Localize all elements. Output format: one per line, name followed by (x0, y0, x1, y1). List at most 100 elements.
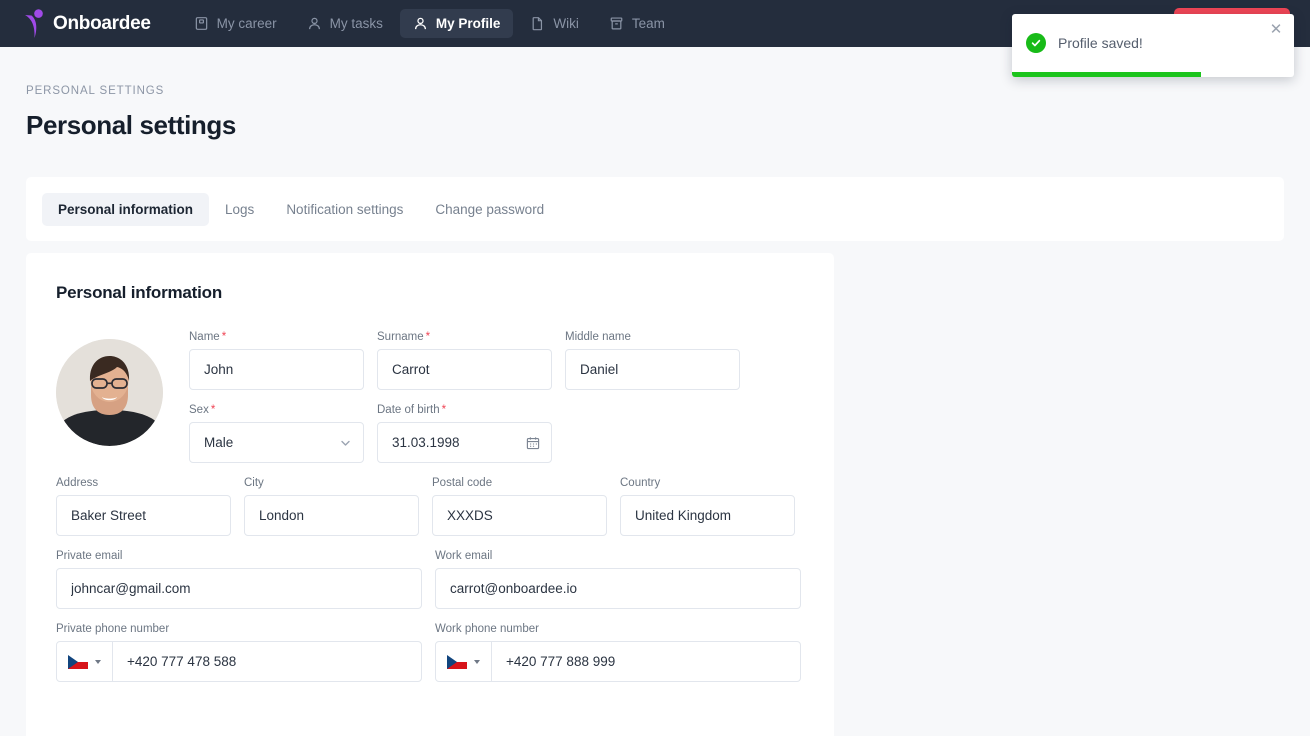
book-icon (194, 16, 209, 31)
name-row: Name* Surname* Middle name (189, 331, 804, 390)
person-icon (307, 16, 322, 31)
label-text: Middle name (565, 331, 631, 343)
nav-item-my-career[interactable]: My career (181, 9, 290, 38)
field-postal-code: Postal code (432, 477, 607, 536)
page-title: Personal settings (26, 110, 236, 140)
field-address: Address (56, 477, 231, 536)
nav-label: My Profile (435, 16, 501, 31)
required-asterisk: * (221, 331, 227, 343)
caret-down-icon (474, 659, 480, 664)
avatar-and-identity-row: Name* Surname* Middle name (56, 331, 804, 463)
nav-items: My career My tasks My Profile Wiki Team (181, 9, 678, 38)
work-phone-group (435, 641, 801, 682)
field-date-of-birth: Date of birth * (377, 404, 552, 463)
field-country: Country (620, 477, 795, 536)
field-middle-name: Middle name (565, 331, 740, 390)
section-title: Personal information (56, 283, 223, 302)
tab-logs[interactable]: Logs (209, 193, 270, 226)
email-row: Private email Work email (56, 550, 804, 609)
private-phone-group (56, 641, 422, 682)
brand-name: Onboardee (53, 12, 151, 34)
czech-republic-flag-icon (447, 654, 467, 669)
tab-change-password[interactable]: Change password (419, 193, 560, 226)
sex-select[interactable] (189, 422, 364, 463)
toast-notification: Profile saved! ✕ (1012, 14, 1294, 77)
work-email-input[interactable] (435, 568, 801, 609)
field-private-phone: Private phone number (56, 623, 422, 682)
private-phone-input[interactable] (113, 642, 421, 681)
avatar[interactable] (56, 339, 163, 446)
field-label: Private email (56, 550, 123, 562)
required-asterisk: * (425, 331, 431, 343)
sex-dob-row: Sex* Date of (189, 404, 804, 463)
field-label: City (244, 477, 264, 489)
private-phone-country-select[interactable] (57, 642, 113, 681)
postal-code-input[interactable] (432, 495, 607, 536)
nav-item-team[interactable]: Team (596, 9, 678, 38)
nav-item-wiki[interactable]: Wiki (517, 9, 592, 38)
field-sex: Sex * (189, 404, 364, 463)
tabs-card: Personal information Logs Notification s… (26, 177, 1284, 241)
personal-information-card: Personal information Name * John Surname… (26, 253, 834, 736)
nav-item-my-profile[interactable]: My Profile (399, 9, 514, 38)
toast-progress-bar (1012, 72, 1201, 77)
name-input[interactable] (189, 349, 364, 390)
field-surname: Surname * (377, 331, 552, 390)
required-asterisk: * (441, 404, 447, 416)
work-phone-input[interactable] (492, 642, 800, 681)
person-icon (413, 16, 428, 31)
identity-fields: Name* Surname* Middle name (189, 331, 804, 463)
caret-down-icon (95, 659, 101, 664)
toast-message: Profile saved! (1058, 35, 1143, 51)
field-label: Address (56, 477, 99, 489)
field-label: Postal code (432, 477, 493, 489)
sex-select-wrapper[interactable] (189, 422, 364, 463)
page-content: PERSONAL SETTINGS Personal settings Pers… (0, 47, 1310, 736)
nav-label: Wiki (553, 16, 579, 31)
box-icon (609, 16, 624, 31)
field-label: Private phone number (56, 623, 170, 635)
surname-input[interactable] (377, 349, 552, 390)
required-asterisk: * (210, 404, 216, 416)
field-label: Sex * (189, 404, 364, 416)
phone-row: Private phone number +420 777 478 588 Wo… (56, 623, 804, 682)
date-of-birth-input[interactable] (377, 422, 552, 463)
address-input[interactable] (56, 495, 231, 536)
label-text: Date of birth (377, 404, 440, 416)
middle-name-input[interactable] (565, 349, 740, 390)
toast-progress-track (1012, 72, 1294, 77)
field-private-email: Private email (56, 550, 422, 609)
field-label: Middle name (565, 331, 740, 343)
tab-notification-settings[interactable]: Notification settings (270, 193, 419, 226)
country-input[interactable] (620, 495, 795, 536)
field-label: Surname * (377, 331, 552, 343)
label-text: Sex (189, 404, 209, 416)
file-icon (530, 16, 545, 31)
city-input[interactable] (244, 495, 419, 536)
nav-label: My career (216, 16, 277, 31)
nav-label: Team (631, 16, 665, 31)
field-name: Name * (189, 331, 364, 390)
field-work-phone: Work phone number (435, 623, 801, 682)
onboardee-logo-icon (22, 8, 48, 39)
private-email-input[interactable] (56, 568, 422, 609)
field-work-email: Work email (435, 550, 801, 609)
check-circle-icon (1026, 33, 1046, 53)
tab-personal-information[interactable]: Personal information (42, 192, 210, 226)
label-text: Name (189, 331, 220, 343)
field-label: Work email (435, 550, 493, 562)
field-city: City (244, 477, 419, 536)
close-icon[interactable]: ✕ (1268, 22, 1284, 38)
field-label: Date of birth * (377, 404, 552, 416)
field-label: Country (620, 477, 661, 489)
toast-body: Profile saved! (1012, 14, 1294, 72)
date-of-birth-wrapper[interactable] (377, 422, 552, 463)
field-label: Work phone number (435, 623, 539, 635)
field-label: Name * (189, 331, 364, 343)
address-row: Address City Postal code Country (56, 477, 804, 536)
work-phone-country-select[interactable] (436, 642, 492, 681)
brand-logo-link[interactable]: Onboardee (22, 8, 151, 39)
nav-label: My tasks (329, 16, 383, 31)
nav-item-my-tasks[interactable]: My tasks (294, 9, 396, 38)
czech-republic-flag-icon (68, 654, 88, 669)
